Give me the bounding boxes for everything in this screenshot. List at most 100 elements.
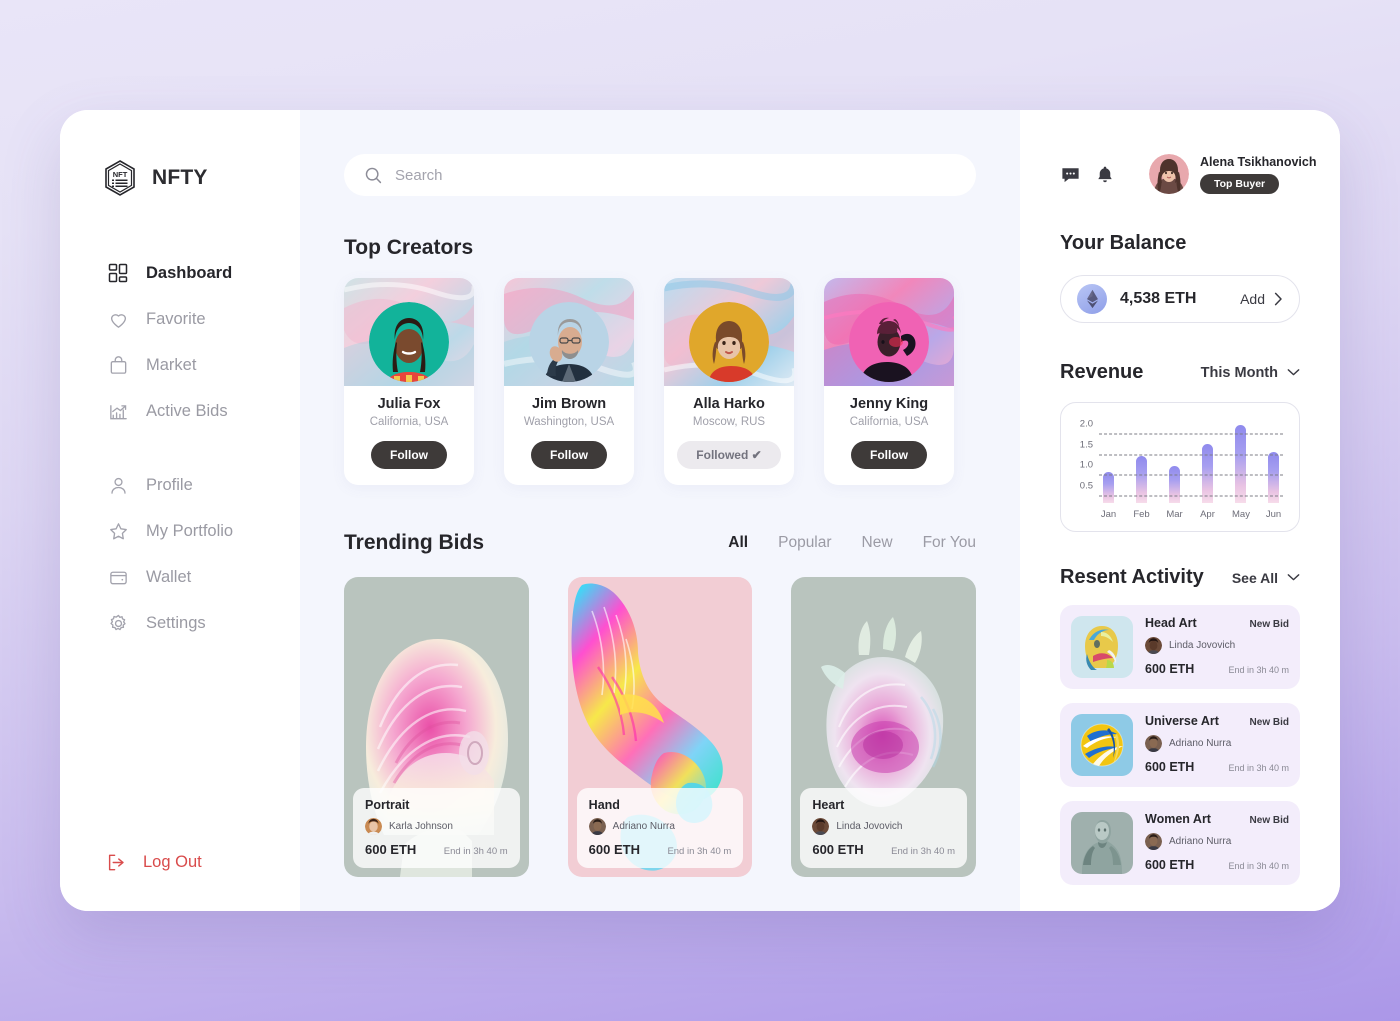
follow-button-label: Followed: [696, 448, 749, 462]
avatar: [849, 302, 929, 382]
creator-name: Jenny King: [849, 396, 929, 412]
avatar: [1149, 154, 1189, 194]
add-balance-button[interactable]: Add: [1240, 291, 1283, 307]
search-bar[interactable]: [344, 154, 976, 196]
tab-popular[interactable]: Popular: [778, 534, 831, 552]
chart-x-tick: Jan: [1100, 508, 1117, 520]
chart-y-axis: 0.5 1.0 1.5 2.0: [1071, 417, 1095, 503]
balance-amount: 4,538 ETH: [1120, 290, 1197, 307]
activity-owner-name: Adriano Nurra: [1169, 738, 1232, 749]
top-creators-list: Julia Fox California, USA Follow Jim Bro…: [344, 278, 976, 485]
sidebar-item-favorite[interactable]: Favorite: [60, 296, 300, 342]
sidebar-nav: Dashboard Favorite Market Active Bids Pr…: [60, 250, 300, 646]
chart-bar-column[interactable]: [1103, 417, 1114, 503]
search-icon: [364, 166, 383, 185]
bid-end-time: End in 3h 40 m: [891, 846, 956, 857]
grid-icon: [106, 261, 130, 285]
bid-card[interactable]: Portrait Karla Johnson 600 ETH End in 3h…: [344, 577, 529, 877]
sidebar-item-label: Dashboard: [146, 263, 233, 282]
chart-bar-column[interactable]: [1202, 417, 1213, 503]
follow-button[interactable]: Follow: [371, 441, 447, 469]
bid-title: Portrait: [365, 798, 410, 812]
creator-location: California, USA: [849, 416, 929, 428]
avatar: [812, 818, 830, 835]
list-item[interactable]: Universe Art New Bid Adriano Nurra 600 E…: [1060, 703, 1300, 787]
avatar: [1145, 833, 1162, 850]
creator-body: Jenny King California, USA Follow: [824, 386, 954, 485]
balance-card[interactable]: 4,538 ETH Add: [1060, 275, 1300, 323]
sidebar-item-wallet[interactable]: Wallet: [60, 554, 300, 600]
creator-card[interactable]: Julia Fox California, USA Follow: [344, 278, 474, 485]
activity-end-time: End in 3h 40 m: [1228, 665, 1289, 675]
chart-x-tick: Mar: [1166, 508, 1183, 520]
follow-button[interactable]: Follow: [851, 441, 927, 469]
creator-location: Moscow, RUS: [692, 416, 766, 428]
sidebar-item-active-bids[interactable]: Active Bids: [60, 388, 300, 434]
revenue-period-label: This Month: [1200, 364, 1278, 381]
activity-title: Head Art: [1145, 616, 1197, 630]
revenue-period-selector[interactable]: This Month: [1201, 365, 1300, 381]
sidebar-item-my-portfolio[interactable]: My Portfolio: [60, 508, 300, 554]
bid-card[interactable]: Heart Linda Jovovich 600 ETH End in 3h 4…: [791, 577, 977, 877]
sidebar-item-market[interactable]: Market: [60, 342, 300, 388]
status-badge: New Bid: [1249, 717, 1289, 728]
bid-title: Hand: [588, 798, 620, 812]
sidebar-item-settings[interactable]: Settings: [60, 600, 300, 646]
sidebar-item-profile[interactable]: Profile: [60, 462, 300, 508]
sidebar-item-label: Wallet: [146, 567, 192, 586]
search-input[interactable]: [395, 166, 956, 184]
chart-gridline: [1099, 495, 1283, 497]
sidebar-item-label: Favorite: [146, 309, 206, 328]
chevron-down-icon: [1287, 368, 1300, 377]
bid-footer: 600 ETH End in 3h 40 m: [812, 842, 955, 857]
tab-all[interactable]: All: [728, 534, 748, 552]
chart-bar-column[interactable]: [1268, 417, 1279, 503]
list-item[interactable]: Head Art New Bid Linda Jovovich 600 ETH …: [1060, 605, 1300, 689]
tab-for-you[interactable]: For You: [923, 534, 976, 552]
bid-card[interactable]: Hand Adriano Nurra 600 ETH End in 3h 40 …: [567, 577, 753, 877]
user-profile[interactable]: Alena Tsikhanovich Top Buyer: [1149, 154, 1316, 194]
see-all-button[interactable]: See All: [1232, 570, 1300, 586]
bid-owner-name: Linda Jovovich: [836, 821, 903, 832]
activity-price: 600 ETH: [1145, 662, 1195, 676]
chart-bar-column[interactable]: [1169, 417, 1180, 503]
nft-hexagon-logo-icon: NFT: [100, 158, 140, 198]
activity-price: 600 ETH: [1145, 760, 1195, 774]
ethereum-icon: [1077, 284, 1107, 314]
logout-label: Log Out: [143, 853, 202, 871]
chart-plot-area: [1099, 417, 1283, 503]
creator-card[interactable]: Jim Brown Washington, USA Follow: [504, 278, 634, 485]
main-content: Top Creators: [300, 110, 1020, 911]
trending-bids-list: Portrait Karla Johnson 600 ETH End in 3h…: [344, 577, 977, 877]
tab-new[interactable]: New: [862, 534, 893, 552]
chart-bar-column[interactable]: [1136, 417, 1147, 503]
creator-card[interactable]: Jenny King California, USA Follow: [824, 278, 954, 485]
check-icon: ✔: [751, 448, 762, 462]
right-panel: Alena Tsikhanovich Top Buyer Your Balanc…: [1020, 110, 1340, 911]
chart-bar: [1235, 425, 1246, 503]
bell-icon[interactable]: [1095, 161, 1115, 187]
logout-button[interactable]: Log Out: [60, 852, 202, 873]
sidebar-item-dashboard[interactable]: Dashboard: [60, 250, 300, 296]
chevron-right-icon: [1274, 292, 1283, 306]
bag-icon: [106, 353, 130, 377]
follow-button[interactable]: Follow: [531, 441, 607, 469]
creator-card[interactable]: Alla Harko Moscow, RUS Followed ✔: [664, 278, 794, 485]
revenue-header: Revenue This Month: [1060, 361, 1300, 384]
add-label: Add: [1240, 291, 1265, 307]
chart-y-tick: 0.5: [1079, 480, 1093, 492]
activity-list: Head Art New Bid Linda Jovovich 600 ETH …: [1060, 605, 1300, 885]
bid-owner: Karla Johnson: [365, 818, 508, 835]
list-item[interactable]: Women Art New Bid Adriano Nurra 600 ETH …: [1060, 801, 1300, 885]
see-all-label: See All: [1231, 569, 1278, 586]
chart-bar: [1103, 472, 1114, 503]
activity-owner: Linda Jovovich: [1145, 637, 1289, 654]
user-meta: Alena Tsikhanovich Top Buyer: [1200, 155, 1316, 194]
message-dots-icon[interactable]: [1060, 161, 1081, 187]
avatar: [689, 302, 769, 382]
avatar: [1145, 735, 1162, 752]
chart-bar-column[interactable]: [1235, 417, 1246, 503]
women-art-thumb: [1071, 812, 1133, 874]
bid-info: Hand Adriano Nurra 600 ETH End in 3h 40 …: [576, 788, 744, 868]
follow-button[interactable]: Followed ✔: [677, 441, 781, 469]
